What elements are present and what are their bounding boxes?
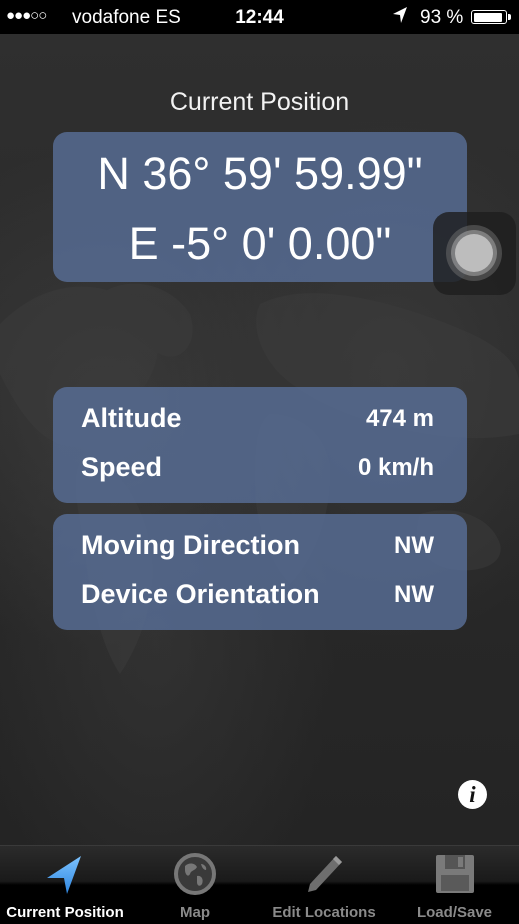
direction-card: Moving Direction NW Device Orientation N…: [53, 514, 467, 630]
navigation-arrow-icon: [43, 852, 87, 896]
motion-card: Altitude 474 m Speed 0 km/h: [53, 387, 467, 503]
assistive-touch-button[interactable]: [433, 212, 516, 295]
battery-percentage: 93 %: [420, 7, 464, 28]
device-orientation-label: Device Orientation: [81, 579, 320, 609]
altitude-value: 474 m: [365, 405, 434, 432]
info-button[interactable]: i: [458, 780, 487, 809]
tab-label: Load/Save: [416, 904, 493, 921]
globe-icon: [173, 852, 217, 896]
moving-direction-label: Moving Direction: [81, 530, 301, 560]
page-title: Current Position: [169, 88, 350, 116]
main-content: Current Position N 36° 59' 59.99" E -5° …: [0, 34, 519, 845]
longitude-value: E -5° 0' 0.00": [128, 218, 392, 269]
pencil-icon: [302, 852, 346, 896]
speed-value: 0 km/h: [357, 454, 434, 481]
latitude-value: N 36° 59' 59.99": [97, 148, 423, 199]
battery-icon: [471, 10, 511, 24]
info-icon: i: [469, 782, 476, 807]
moving-direction-value: NW: [394, 532, 434, 559]
tab-edit-locations[interactable]: Edit Locations: [258, 846, 390, 924]
tab-label: Current Position: [6, 904, 124, 921]
tab-current-position[interactable]: Current Position: [0, 846, 130, 924]
tab-label: Map: [180, 904, 210, 921]
location-arrow-icon: [392, 6, 408, 29]
floppy-disk-icon: [433, 852, 477, 896]
tab-map[interactable]: Map: [130, 846, 260, 924]
tab-load-save[interactable]: Load/Save: [390, 846, 519, 924]
tab-bar: Current Position Map Edit Locations Load…: [0, 845, 519, 924]
coordinates-card: N 36° 59' 59.99" E -5° 0' 0.00": [53, 132, 467, 282]
device-orientation-value: NW: [394, 581, 434, 608]
altitude-label: Altitude: [81, 403, 182, 433]
tab-label: Edit Locations: [272, 904, 376, 921]
status-bar: ●●●○○ vodafone ES 12:44 93 %: [0, 0, 519, 34]
speed-label: Speed: [81, 452, 163, 482]
